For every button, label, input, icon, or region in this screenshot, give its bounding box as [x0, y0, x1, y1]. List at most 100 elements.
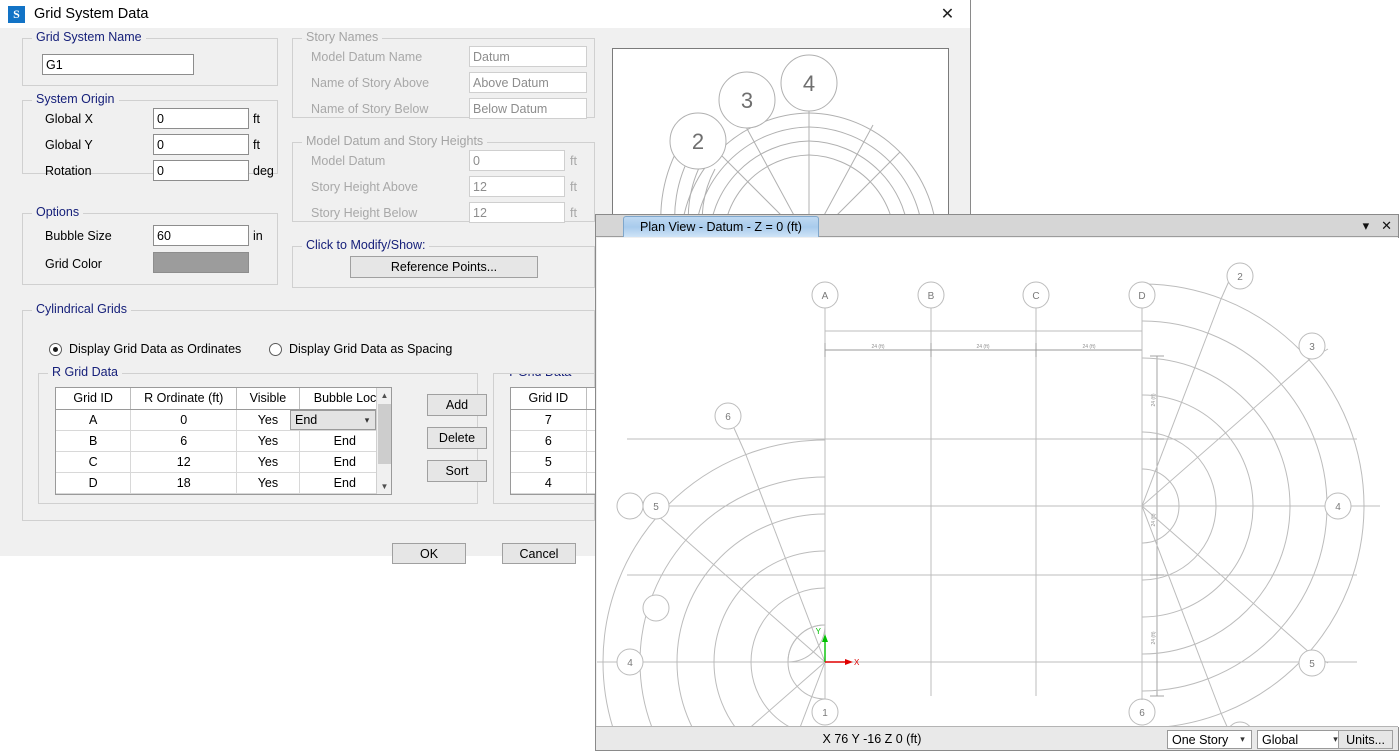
rect-grid-bubble-labels: A B C D [822, 291, 1146, 302]
global-x-input[interactable] [153, 108, 249, 129]
grid-system-name-input[interactable] [42, 54, 194, 75]
bubble-size-input[interactable] [153, 225, 249, 246]
vdim-label: 24 (ft) [1151, 631, 1157, 644]
cylindrical-grids-legend: Cylindrical Grids [32, 302, 131, 316]
preview-bubble-label-3: 3 [741, 88, 753, 113]
radial-bubble-extra [643, 595, 669, 621]
coord-system-select[interactable]: Global ▾ [1257, 730, 1345, 749]
scroll-down-icon[interactable]: ▼ [377, 479, 392, 494]
cell-grid-id[interactable]: B [56, 430, 131, 451]
rect-grid-bubbles [812, 282, 1155, 308]
plan-view-statusbar: X 76 Y -16 Z 0 (ft) One Story ▾ Global ▾… [596, 726, 1398, 750]
tab-plan-view[interactable]: Plan View - Datum - Z = 0 (ft) [623, 216, 819, 237]
plan-view-canvas[interactable]: 24 (ft) 24 (ft) 24 (ft) 24 (ft) 24 (ft) [597, 238, 1399, 727]
reference-points-button[interactable]: Reference Points... [350, 256, 538, 278]
name-story-below-input [469, 98, 587, 119]
cell-visible[interactable]: Yes [237, 430, 299, 451]
ok-button[interactable]: OK [392, 543, 466, 564]
model-datum-unit: ft [570, 154, 577, 168]
global-y-unit: ft [253, 138, 260, 152]
global-x-label: Global X [45, 112, 93, 126]
right-radial-bubble-labels: 2 3 4 5 [1237, 272, 1341, 670]
global-y-input[interactable] [153, 134, 249, 155]
cell-grid-id[interactable]: C [56, 451, 131, 472]
table-row[interactable]: D 18 Yes End [56, 472, 391, 493]
radio-spacing[interactable]: Display Grid Data as Spacing [269, 342, 452, 356]
extra-left-bubbles [643, 595, 669, 621]
r-grid-scrollbar[interactable]: ▲ ▼ [376, 388, 391, 494]
grid-bubble-label: C [1032, 291, 1039, 302]
sap-s-icon: S [8, 6, 25, 23]
rotation-unit: deg [253, 164, 274, 178]
dim-label: 24 (ft) [1082, 344, 1095, 350]
cell-t-grid-id[interactable]: 6 [511, 430, 586, 451]
table-row[interactable]: B 6 Yes End [56, 430, 391, 451]
global-x-unit: ft [253, 112, 260, 126]
col-grid-id: Grid ID [56, 388, 131, 409]
chevron-down-icon: ▾ [359, 415, 375, 426]
r-grid-data-legend: R Grid Data [48, 365, 122, 379]
cell-t-grid-id[interactable]: 7 [511, 409, 586, 430]
radial-bubble-label: 3 [1309, 342, 1315, 353]
right-radial-bubbles [1227, 263, 1351, 727]
grid-system-name-legend: Grid System Name [32, 30, 146, 44]
cell-ordinate[interactable]: 12 [131, 451, 237, 472]
story-heights-legend: Model Datum and Story Heights [302, 134, 487, 148]
model-datum-input [469, 150, 565, 171]
cell-grid-id[interactable]: D [56, 472, 131, 493]
cell-visible[interactable]: Yes [237, 472, 299, 493]
grid-bubble-label: B [928, 291, 935, 302]
col-t-grid-id: Grid ID [511, 388, 586, 409]
dialog-titlebar: S Grid System Data ✕ [0, 0, 970, 28]
cell-t-grid-id[interactable]: 4 [511, 472, 586, 493]
story-select[interactable]: One Story ▾ [1167, 730, 1252, 749]
preview-bubble-label-2: 2 [692, 129, 704, 154]
grid-bubble-label: D [1138, 291, 1145, 302]
scroll-up-icon[interactable]: ▲ [377, 388, 392, 403]
rotation-input[interactable] [153, 160, 249, 181]
units-button[interactable]: Units... [1338, 730, 1393, 749]
restore-icon[interactable]: ▾ [1363, 218, 1370, 234]
story-names-legend: Story Names [302, 30, 382, 44]
dim-label: 24 (ft) [976, 344, 989, 350]
cylindrical-grids-group: Cylindrical Grids Display Grid Data as O… [22, 310, 595, 521]
story-height-above-label: Story Height Above [311, 180, 418, 194]
table-row[interactable]: C 12 Yes End [56, 451, 391, 472]
sort-button[interactable]: Sort [427, 460, 487, 482]
radio-ordinates[interactable]: Display Grid Data as Ordinates [49, 342, 241, 356]
grid-color-swatch[interactable] [153, 252, 249, 273]
story-select-value: One Story [1172, 733, 1234, 747]
preview-bubble-label-4: 4 [803, 71, 815, 96]
modify-show-group: Click to Modify/Show: Reference Points..… [292, 246, 595, 288]
radial-bubble-label: 5 [1309, 659, 1315, 670]
model-datum-label: Model Datum [311, 154, 385, 168]
bubble-loc-dropdown[interactable]: End ▾ [290, 410, 376, 430]
cell-t-grid-id[interactable]: 5 [511, 451, 586, 472]
cell-ordinate[interactable]: 6 [131, 430, 237, 451]
close-icon[interactable]: ✕ [1381, 218, 1392, 234]
cell-ordinate[interactable]: 18 [131, 472, 237, 493]
coord-system-select-value: Global [1262, 733, 1327, 747]
dialog-title: Grid System Data [34, 6, 148, 22]
radio-ordinates-indicator [49, 343, 62, 356]
story-height-above-unit: ft [570, 180, 577, 194]
close-icon[interactable]: ✕ [925, 0, 970, 28]
scrollbar-thumb[interactable] [378, 404, 391, 464]
window-buttons: ▾ ✕ [1363, 215, 1392, 237]
t-grid-data-legend: T Grid Data [503, 373, 575, 379]
story-heights-group: Model Datum and Story Heights Model Datu… [292, 142, 595, 222]
axis-label-y: Y [816, 627, 822, 636]
col-r-ordinate: R Ordinate (ft) [131, 388, 237, 409]
grid-system-name-group: Grid System Name [22, 38, 278, 86]
add-button[interactable]: Add [427, 394, 487, 416]
cell-visible[interactable]: Yes [237, 451, 299, 472]
cancel-button[interactable]: Cancel [502, 543, 576, 564]
model-datum-name-label: Model Datum Name [311, 50, 422, 64]
delete-button[interactable]: Delete [427, 427, 487, 449]
story-height-below-input [469, 202, 565, 223]
grid-color-label: Grid Color [45, 257, 102, 271]
cell-grid-id[interactable]: A [56, 409, 131, 430]
radial-bubble-label: 6 [725, 412, 731, 423]
r-grid-table[interactable]: Grid ID R Ordinate (ft) Visible Bubble L… [55, 387, 392, 495]
cell-ordinate[interactable]: 0 [131, 409, 237, 430]
